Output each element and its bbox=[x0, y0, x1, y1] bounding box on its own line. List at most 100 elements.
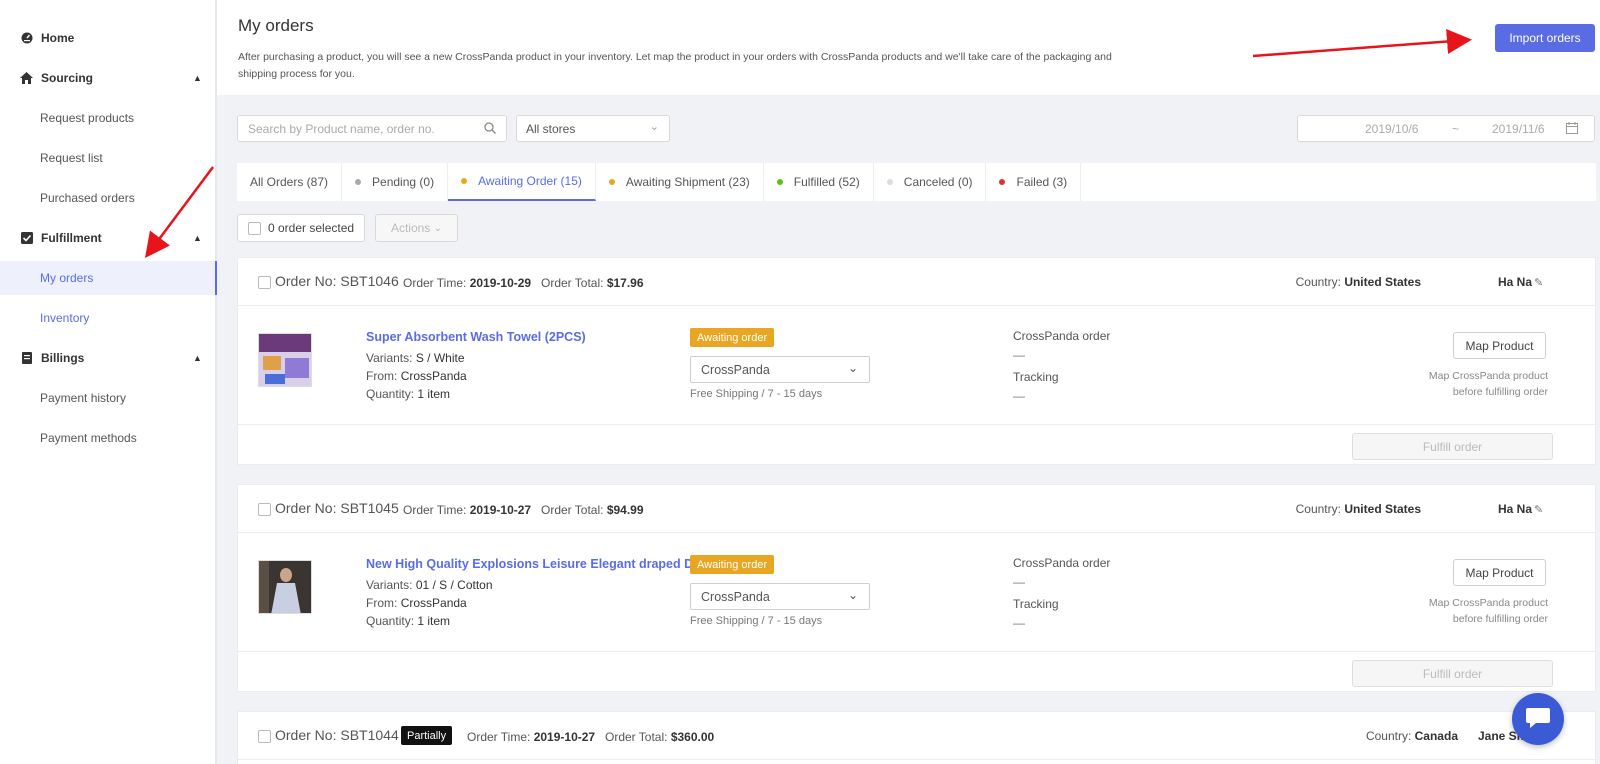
fulfill-order-button[interactable]: Fulfill order bbox=[1352, 660, 1553, 687]
import-orders-button[interactable]: Import orders bbox=[1495, 24, 1595, 52]
map-note: Map CrossPanda product before fulfilling … bbox=[1428, 370, 1548, 398]
tab-fulfilled[interactable]: Fulfilled (52) bbox=[764, 163, 874, 201]
order-number: Order No: SBT1045 bbox=[275, 500, 399, 516]
product-title-link[interactable]: New High Quality Explosions Leisure Eleg… bbox=[366, 557, 704, 571]
tab-pending[interactable]: Pending (0) bbox=[342, 163, 449, 201]
chevron-down-icon: ⌄ bbox=[847, 588, 858, 602]
order-checkbox[interactable] bbox=[258, 730, 271, 743]
tracking-label: Tracking bbox=[1013, 597, 1059, 611]
checkbox-icon bbox=[20, 232, 33, 245]
sidebar-item-my-orders[interactable]: My orders bbox=[0, 261, 217, 295]
tab-all-orders[interactable]: All Orders (87) bbox=[237, 163, 343, 201]
order-card: Order No: SBT1046 Order Time: 2019-10-29… bbox=[237, 257, 1596, 465]
date-range-picker[interactable]: 2019/10/6 ~ 2019/11/6 bbox=[1297, 115, 1595, 142]
chevron-up-icon[interactable]: ▲ bbox=[193, 233, 202, 243]
order-checkbox[interactable] bbox=[258, 503, 271, 516]
edit-icon[interactable]: ✎ bbox=[1534, 503, 1543, 516]
sidebar-item-payment-methods[interactable]: Payment methods bbox=[0, 421, 217, 455]
tab-awaiting-order[interactable]: Awaiting Order (15) bbox=[448, 163, 596, 201]
product-from: From: CrossPanda bbox=[366, 369, 467, 383]
order-country: Country: United States bbox=[1295, 502, 1421, 516]
product-quantity: Quantity: 1 item bbox=[366, 387, 451, 401]
status-dot bbox=[999, 179, 1006, 185]
select-all-checkbox[interactable] bbox=[248, 221, 261, 235]
crosspanda-order-value: — bbox=[1013, 575, 1025, 589]
page-title: My orders bbox=[238, 16, 314, 35]
tab-awaiting-shipment[interactable]: Awaiting Shipment (23) bbox=[596, 163, 764, 201]
order-time: Order Time: 2019-10-27 bbox=[467, 730, 596, 744]
fulfill-order-button[interactable]: Fulfill order bbox=[1352, 433, 1553, 460]
date-from[interactable]: 2019/10/6 bbox=[1365, 122, 1418, 136]
tab-canceled[interactable]: Canceled (0) bbox=[874, 163, 987, 201]
sidebar-item-purchased-orders[interactable]: Purchased orders bbox=[0, 181, 217, 215]
order-footer: Fulfill order bbox=[238, 424, 1595, 466]
date-to[interactable]: 2019/11/6 bbox=[1492, 122, 1545, 136]
order-country: Country: United States bbox=[1295, 275, 1421, 289]
order-country: Country: Canada bbox=[1365, 729, 1458, 743]
status-dot bbox=[461, 178, 468, 184]
sidebar-item-request-list[interactable]: Request list bbox=[0, 141, 217, 175]
chevron-up-icon[interactable]: ▲ bbox=[193, 353, 202, 363]
sidebar-item-fulfillment[interactable]: Fulfillment ▲ bbox=[0, 218, 215, 258]
sidebar-item-billings[interactable]: Billings ▲ bbox=[0, 338, 215, 378]
sidebar-item-request-products[interactable]: Request products bbox=[0, 101, 217, 135]
partially-badge: Partially bbox=[401, 726, 453, 745]
order-status-tabs: All Orders (87) Pending (0) Awaiting Order… bbox=[237, 163, 1596, 201]
sidebar-item-sourcing[interactable]: Sourcing ▲ bbox=[0, 58, 215, 98]
crosspanda-order-label: CrossPanda order bbox=[1013, 329, 1111, 343]
dashboard-icon bbox=[20, 32, 33, 45]
tab-failed[interactable]: Failed (3) bbox=[986, 163, 1082, 201]
order-time: Order Time: 2019-10-27 bbox=[403, 503, 532, 517]
sidebar-item-home[interactable]: Home bbox=[0, 18, 215, 58]
order-header: Order No: SBT1046 Order Time: 2019-10-29… bbox=[238, 258, 1595, 306]
chevron-down-icon: ⌄ bbox=[433, 222, 443, 234]
order-total: Order Total: $94.99 bbox=[541, 503, 644, 517]
home-icon bbox=[20, 72, 33, 85]
order-card: Order No: SBT1044 Partially Order Time: … bbox=[237, 711, 1596, 764]
main-content: My orders After purchasing a product, yo… bbox=[217, 0, 1600, 764]
order-footer: Fulfill order bbox=[238, 651, 1595, 693]
supplier-select[interactable]: CrossPanda ⌄ bbox=[690, 583, 870, 610]
calendar-icon[interactable] bbox=[1566, 122, 1578, 137]
shipping-info: Free Shipping / 7 - 15 days bbox=[690, 615, 823, 627]
map-product-button[interactable]: Map Product bbox=[1453, 332, 1546, 359]
order-header: Order No: SBT1044 Partially Order Time: … bbox=[238, 712, 1595, 760]
crosspanda-order-value: — bbox=[1013, 348, 1025, 362]
product-title-link[interactable]: Super Absorbent Wash Towel (2PCS) bbox=[366, 330, 586, 344]
order-checkbox[interactable] bbox=[258, 276, 271, 289]
sidebar-item-inventory[interactable]: Inventory bbox=[0, 301, 217, 335]
order-header: Order No: SBT1045 Order Time: 2019-10-27… bbox=[238, 485, 1595, 533]
status-dot bbox=[608, 179, 615, 185]
store-select[interactable]: All stores ⌄ bbox=[516, 115, 670, 142]
chevron-down-icon: ⌄ bbox=[649, 121, 659, 133]
order-total: Order Total: $17.96 bbox=[541, 276, 644, 290]
select-all-box[interactable]: 0 order selected bbox=[237, 214, 365, 242]
status-dot bbox=[355, 179, 362, 185]
order-card: Order No: SBT1045 Order Time: 2019-10-27… bbox=[237, 484, 1596, 692]
chevron-up-icon[interactable]: ▲ bbox=[193, 73, 202, 83]
order-total: Order Total: $360.00 bbox=[605, 730, 715, 744]
actions-dropdown[interactable]: Actions ⌄ bbox=[375, 214, 458, 242]
map-note: Map CrossPanda product before fulfilling … bbox=[1428, 597, 1548, 625]
order-number: Order No: SBT1044 bbox=[275, 727, 399, 743]
sidebar: Home Sourcing ▲ Request products Request… bbox=[0, 0, 217, 764]
product-thumbnail bbox=[258, 333, 312, 387]
edit-icon[interactable]: ✎ bbox=[1534, 276, 1543, 289]
product-thumbnail bbox=[258, 560, 312, 614]
status-badge: Awaiting order bbox=[690, 555, 775, 574]
search-icon[interactable] bbox=[484, 122, 496, 137]
page-header: My orders After purchasing a product, yo… bbox=[217, 0, 1600, 95]
map-product-button[interactable]: Map Product bbox=[1453, 559, 1546, 586]
supplier-select[interactable]: CrossPanda ⌄ bbox=[690, 356, 870, 383]
shipping-info: Free Shipping / 7 - 15 days bbox=[690, 388, 823, 400]
billing-icon bbox=[20, 352, 33, 365]
status-dot bbox=[886, 179, 893, 185]
customer-name: Ha Na bbox=[1498, 275, 1533, 289]
sidebar-item-payment-history[interactable]: Payment history bbox=[0, 381, 217, 415]
product-variants: Variants: 01 / S / Cotton bbox=[366, 578, 493, 592]
page-description: After purchasing a product, you will see… bbox=[238, 51, 1112, 80]
chat-button[interactable] bbox=[1512, 693, 1564, 745]
tracking-value: — bbox=[1013, 389, 1025, 403]
tracking-label: Tracking bbox=[1013, 370, 1059, 384]
search-input[interactable]: Search by Product name, order no. bbox=[237, 115, 507, 142]
